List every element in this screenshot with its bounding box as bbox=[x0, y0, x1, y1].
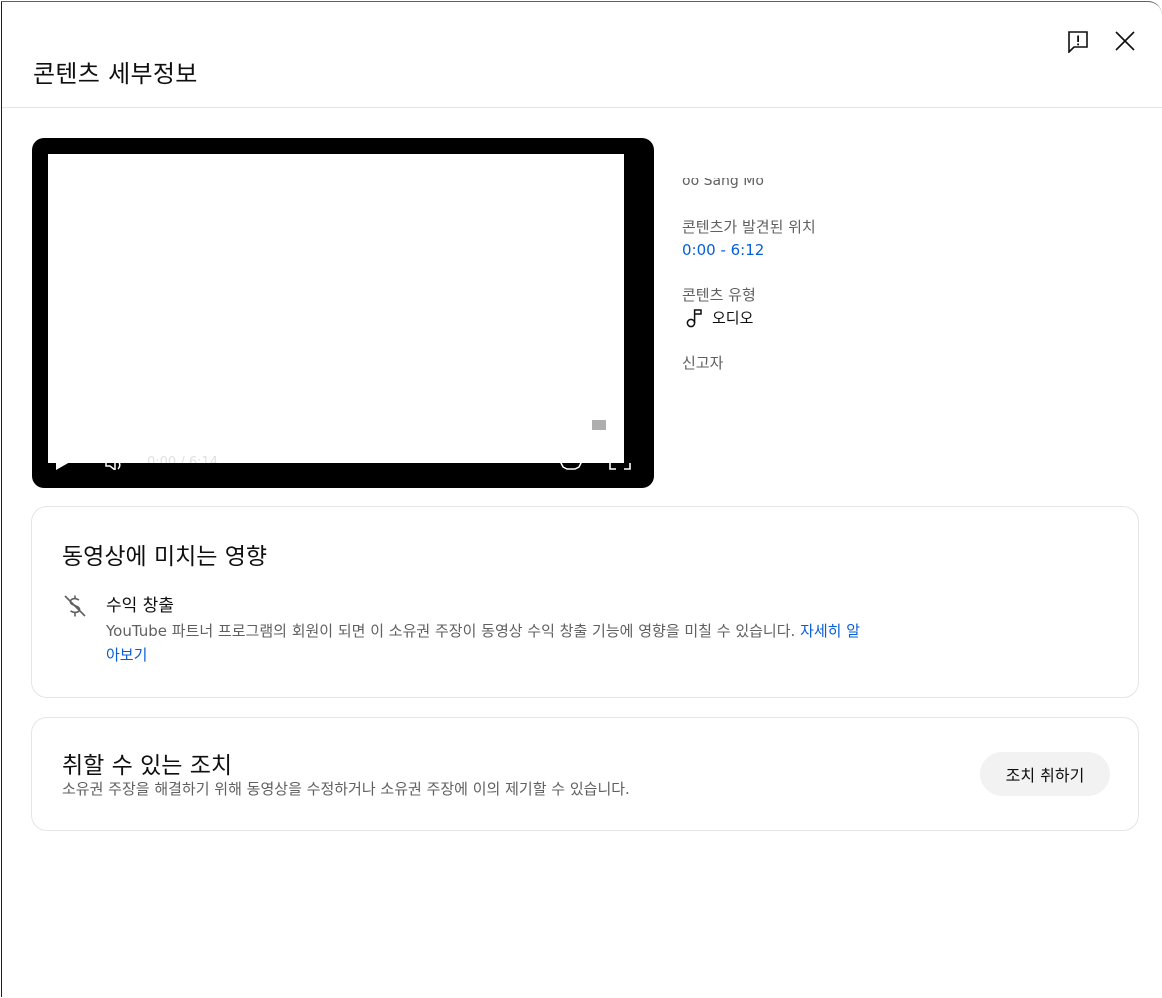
close-button[interactable] bbox=[1110, 26, 1140, 56]
monetization-title: 수익 창출 bbox=[106, 596, 174, 616]
fullscreen-icon bbox=[609, 463, 631, 470]
progress-bar-fragment bbox=[592, 420, 606, 430]
no-monetization-icon bbox=[64, 595, 86, 617]
claimant-name-cutoff: oo Sang Mo bbox=[682, 178, 764, 188]
monetization-description-text: YouTube 파트너 프로그램의 회원이 되면 이 소유권 주장이 동영상 수… bbox=[106, 622, 796, 640]
take-action-button[interactable]: 조치 취하기 bbox=[980, 752, 1110, 796]
feedback-flag-icon bbox=[1068, 31, 1088, 53]
play-icon bbox=[56, 453, 72, 470]
volume-button[interactable] bbox=[104, 454, 126, 470]
content-type-value: 오디오 bbox=[686, 307, 753, 328]
video-impact-card: 동영상에 미치는 영향 수익 창출 YouTube 파트너 프로그램의 회원이 … bbox=[31, 506, 1139, 698]
settings-button[interactable] bbox=[559, 453, 583, 471]
music-note-icon bbox=[686, 308, 702, 327]
content-type-text: 오디오 bbox=[712, 309, 754, 327]
impact-title: 동영상에 미치는 영향 bbox=[62, 544, 268, 570]
video-screen[interactable] bbox=[48, 154, 624, 463]
time-display: 0:00 / 6:14 bbox=[147, 455, 219, 463]
content-type-label: 콘텐츠 유형 bbox=[682, 286, 756, 304]
actions-title: 취할 수 있는 조치 bbox=[62, 753, 233, 779]
play-button[interactable] bbox=[56, 453, 72, 471]
video-player[interactable] bbox=[32, 138, 654, 488]
dialog-title: 콘텐츠 세부정보 bbox=[33, 60, 198, 88]
dialog-header: 콘텐츠 세부정보 bbox=[2, 2, 1162, 108]
reporter-label: 신고자 bbox=[682, 354, 724, 372]
monetization-description: YouTube 파트너 프로그램의 회원이 되면 이 소유권 주장이 동영상 수… bbox=[106, 619, 866, 667]
gear-icon bbox=[560, 458, 582, 470]
fullscreen-button[interactable] bbox=[609, 452, 631, 470]
location-value-link[interactable]: 0:00 - 6:12 bbox=[682, 241, 764, 259]
actions-description: 소유권 주장을 해결하기 위해 동영상을 수정하거나 소유권 주장에 이의 제기… bbox=[62, 780, 630, 798]
close-icon bbox=[1115, 31, 1135, 51]
location-label: 콘텐츠가 발견된 위치 bbox=[682, 218, 816, 236]
volume-icon bbox=[105, 461, 121, 470]
available-actions-card: 취할 수 있는 조치 소유권 주장을 해결하기 위해 동영상을 수정하거나 소유… bbox=[31, 717, 1139, 831]
feedback-button[interactable] bbox=[1063, 26, 1093, 56]
content-details-dialog: 콘텐츠 세부정보 bbox=[1, 1, 1162, 997]
